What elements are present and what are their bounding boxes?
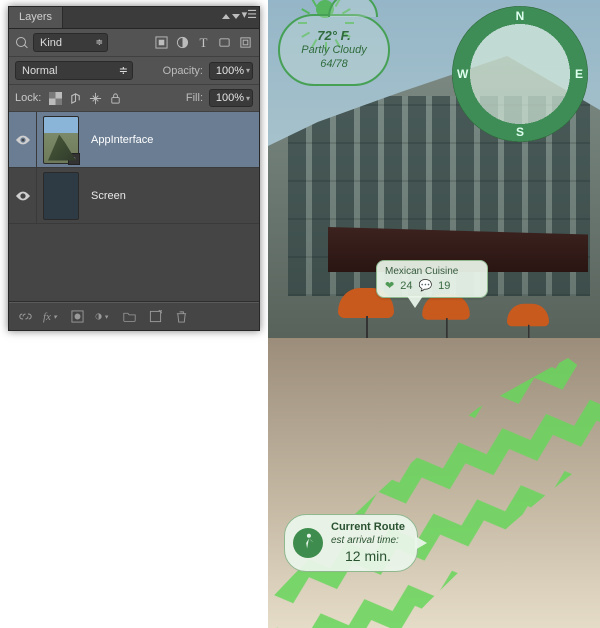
- delete-layer-icon[interactable]: [173, 309, 189, 325]
- poi-callout[interactable]: Mexican Cuisine ❤ 24 💬 19: [376, 260, 488, 298]
- panel-footer: fx▾ ▾: [9, 302, 259, 330]
- visibility-toggle[interactable]: [9, 168, 37, 223]
- layer-fx-icon[interactable]: fx▾: [43, 309, 59, 325]
- new-layer-icon[interactable]: [147, 309, 163, 325]
- compass-s: S: [516, 125, 524, 139]
- filter-type-icon[interactable]: T: [196, 35, 211, 50]
- layers-panel: Layers ▾☰ Kind ≑ T Normal ≑ Opacity: 100…: [8, 6, 260, 331]
- opacity-input[interactable]: 100% ▾: [209, 62, 253, 80]
- route-title: Current Route: [331, 521, 405, 535]
- weather-widget[interactable]: 72° F. Partly Cloudy 64/78: [278, 14, 388, 86]
- compass-w: W: [457, 67, 468, 81]
- weather-desc: Partly Cloudy: [301, 44, 366, 58]
- layer-row[interactable]: ▫ AppInterface: [9, 112, 259, 168]
- fill-label: Fill:: [186, 92, 203, 104]
- filter-shape-icon[interactable]: [217, 35, 232, 50]
- fill-value: 100%: [216, 92, 244, 104]
- weather-range: 64/78: [320, 58, 348, 72]
- chevron-down-icon: ▾: [246, 66, 250, 75]
- lock-image-icon[interactable]: [67, 90, 83, 106]
- poi-stats: ❤ 24 💬 19: [385, 279, 479, 292]
- background-umbrella: [507, 304, 549, 327]
- background-umbrella: [422, 294, 470, 320]
- lock-all-icon[interactable]: [107, 90, 123, 106]
- layer-row[interactable]: Screen: [9, 168, 259, 224]
- fill-input[interactable]: 100% ▾: [209, 89, 253, 107]
- visibility-toggle[interactable]: [9, 112, 37, 167]
- weather-temp: 72° F.: [317, 28, 350, 44]
- opacity-label: Opacity:: [163, 65, 203, 77]
- chevron-down-icon: ≑: [119, 64, 128, 77]
- panel-menu-icon[interactable]: ▾☰: [242, 8, 257, 21]
- app-mockup: 72° F. Partly Cloudy 64/78 N E S W Mexic…: [268, 0, 600, 628]
- layer-thumbnail[interactable]: ▫: [43, 116, 79, 164]
- blend-mode-select[interactable]: Normal ≑: [15, 61, 133, 80]
- adjustment-layer-icon[interactable]: ▾: [95, 309, 111, 325]
- panel-expand-icon[interactable]: [232, 12, 238, 18]
- poi-comments: 19: [438, 280, 450, 292]
- layer-mask-icon[interactable]: [69, 309, 85, 325]
- poi-title: Mexican Cuisine: [385, 266, 479, 277]
- compass-e: E: [575, 67, 583, 81]
- lock-transparency-icon[interactable]: [47, 90, 63, 106]
- chevron-down-icon: ≑: [95, 37, 103, 48]
- blend-row: Normal ≑ Opacity: 100% ▾: [9, 57, 259, 85]
- filter-pixel-icon[interactable]: [154, 35, 169, 50]
- pedestrian-icon: [293, 528, 323, 558]
- link-layers-icon[interactable]: [17, 309, 33, 325]
- search-icon: [15, 36, 29, 50]
- lock-label: Lock:: [15, 92, 41, 104]
- cloud-icon: 72° F. Partly Cloudy 64/78: [278, 14, 390, 86]
- route-eta-value: 12 min.: [331, 548, 405, 566]
- comment-icon: 💬: [418, 279, 432, 292]
- layers-tab[interactable]: Layers: [9, 7, 63, 28]
- compass-ring-icon: [452, 6, 588, 142]
- filter-adjustment-icon[interactable]: [175, 35, 190, 50]
- lock-row: Lock: Fill: 100% ▾: [9, 85, 259, 112]
- filter-kind-label: Kind: [40, 37, 62, 49]
- panel-tabbar: Layers ▾☰: [9, 7, 259, 29]
- layer-name[interactable]: Screen: [91, 190, 126, 202]
- smartobject-badge-icon: ▫: [68, 153, 80, 165]
- compass-widget[interactable]: N E S W: [452, 6, 588, 142]
- layer-list: ▫ AppInterface Screen: [9, 112, 259, 302]
- heart-icon: ❤: [385, 279, 394, 292]
- blend-mode-value: Normal: [22, 65, 57, 77]
- filter-kind-select[interactable]: Kind ≑: [33, 33, 108, 52]
- poi-likes: 24: [400, 280, 412, 292]
- compass-n: N: [516, 9, 525, 23]
- layer-name[interactable]: AppInterface: [91, 134, 153, 146]
- panel-collapse-icon[interactable]: [222, 12, 228, 18]
- layer-thumbnail[interactable]: [43, 172, 79, 220]
- lock-position-icon[interactable]: [87, 90, 103, 106]
- filter-smartobject-icon[interactable]: [238, 35, 253, 50]
- opacity-value: 100%: [216, 65, 244, 77]
- route-path-overlay: [268, 338, 600, 628]
- chevron-down-icon: ▾: [246, 94, 250, 103]
- new-group-icon[interactable]: [121, 309, 137, 325]
- route-eta-label: est arrival time:: [331, 535, 405, 548]
- layer-filter-row: Kind ≑ T: [9, 29, 259, 57]
- route-callout[interactable]: Current Route est arrival time: 12 min.: [284, 514, 418, 572]
